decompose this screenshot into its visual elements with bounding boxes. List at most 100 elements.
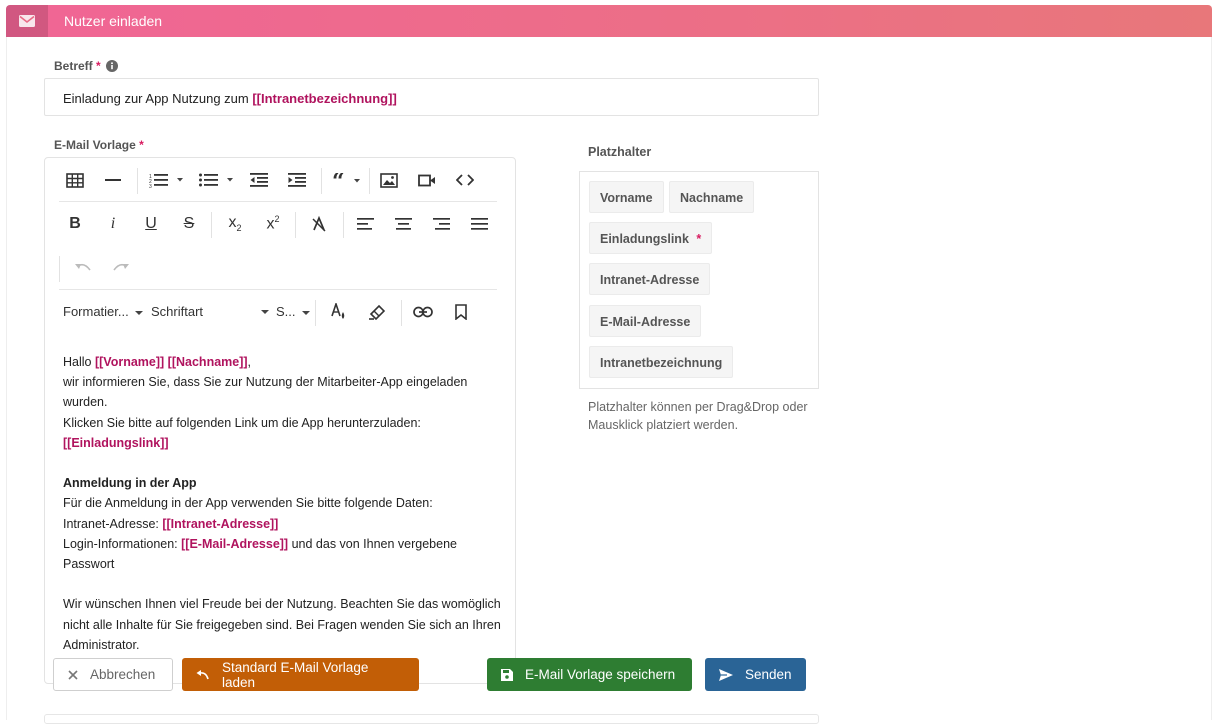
placeholder-chip-vorname[interactable]: Vorname [589,181,664,213]
toolbar-divider [343,212,344,238]
font-family-dropdown[interactable]: Schriftart [151,304,269,319]
email-template-editor[interactable]: 123 “ B i U S x2 x2 Formatier... Schrift… [44,157,516,684]
placeholder-token: [[Intranet-Adresse]] [162,516,279,531]
save-template-button[interactable]: E-Mail Vorlage speichern [487,658,692,691]
redo-icon[interactable] [109,256,133,280]
format-dropdown[interactable]: Formatier... [63,304,143,319]
editor-content[interactable]: Hallo [[Vorname]] [[Nachname]], wir info… [63,352,503,655]
required-mark: * [96,59,101,73]
ordered-list-icon[interactable]: 123 [147,168,187,192]
placeholders-title: Platzhalter [588,145,652,159]
svg-text:3: 3 [149,184,152,188]
content-line: Intranet-Adresse: [[Intranet-Adresse]] [63,514,503,534]
content-text: Login-Informationen: [63,536,182,551]
dialog-title: Nutzer einladen [64,13,163,29]
code-view-icon[interactable] [453,168,477,192]
outdent-icon[interactable] [247,168,271,192]
content-line: Klicken Sie bitte auf folgenden Link um … [63,415,421,430]
subscript-icon[interactable]: x2 [223,212,247,236]
image-icon[interactable] [377,168,401,192]
save-icon [501,668,513,681]
cancel-button[interactable]: Abbrechen [53,658,173,691]
horizontal-rule-icon[interactable] [101,168,125,192]
bullet-list-icon[interactable] [197,168,237,192]
svg-text:“: “ [332,173,345,187]
placeholder-chip-intranet-adresse[interactable]: Intranet-Adresse [589,263,711,295]
table-icon[interactable] [63,168,87,192]
superscript-icon[interactable]: x2 [261,212,285,236]
text-color-icon[interactable] [327,300,351,324]
content-line: Für die Anmeldung in der App verwenden S… [63,496,433,511]
content-line: Login-Informationen: [[E-Mail-Adresse]] … [63,534,503,574]
align-justify-icon[interactable] [467,212,491,236]
video-icon[interactable] [415,168,439,192]
toolbar-row-1: 123 “ [59,158,497,202]
info-icon[interactable] [106,59,118,77]
bookmark-icon[interactable] [449,300,473,324]
content-text: Intranet-Adresse: [63,516,163,531]
subject-token: [[Intranetbezeichnung]] [252,91,397,106]
template-label: E-Mail Vorlage * [54,138,144,152]
dialog-header: Nutzer einladen [6,5,1212,37]
content-text: Hallo [63,355,95,369]
chevron-down-icon [134,310,143,315]
undo-icon[interactable] [71,256,95,280]
subject-label-text: Betreff [54,59,93,73]
toolbar-divider [211,212,212,238]
align-right-icon[interactable] [429,212,453,236]
format-dropdown-label: Formatier... [63,304,129,319]
subject-value-text: Einladung zur App Nutzung zum [63,91,253,106]
placeholders-panel: Vorname Nachname Einladungslink * Intran… [579,171,819,389]
chip-label: Intranet-Adresse [600,273,700,287]
indent-icon[interactable] [285,168,309,192]
send-button[interactable]: Senden [705,658,806,691]
placeholder-chip-intranetbezeichnung[interactable]: Intranetbezeichnung [589,346,734,378]
toolbar-row-3 [59,246,497,290]
font-size-dropdown[interactable]: S... [276,304,310,319]
placeholder-chip-nachname[interactable]: Nachname [669,181,755,213]
content-line: [[Einladungslink]] [63,433,503,453]
close-icon [68,669,78,680]
chevron-down-icon [301,310,310,315]
toolbar-row-2: B i U S x2 x2 [59,202,497,246]
chip-label: E-Mail-Adresse [600,315,691,329]
load-default-template-label: Standard E-Mail Vorlage laden [222,659,369,690]
blockquote-icon[interactable]: “ [331,168,363,192]
subject-input[interactable]: Einladung zur App Nutzung zum [[Intranet… [44,78,819,116]
undo-icon [196,669,210,680]
content-heading-text: Anmeldung in der App [63,476,197,491]
italic-icon[interactable]: i [101,212,125,236]
bold-icon[interactable]: B [63,212,87,236]
required-mark: * [139,138,144,152]
chip-label: Nachname [680,191,744,205]
font-size-dropdown-label: S... [276,304,296,319]
align-center-icon[interactable] [391,212,415,236]
link-icon[interactable] [411,300,435,324]
cancel-button-label: Abbrechen [90,667,156,682]
underline-icon[interactable]: U [139,212,163,236]
load-default-template-button[interactable]: Standard E-Mail Vorlage laden [182,658,419,691]
placeholder-token: [[Nachname]] [167,355,248,369]
align-left-icon[interactable] [353,212,377,236]
content-line: Wir wünschen Ihnen viel Freude bei der N… [63,597,501,652]
send-button-label: Senden [745,667,792,682]
clear-format-icon[interactable] [307,212,331,236]
chip-label: Vorname [600,191,653,205]
toolbar-divider [315,300,316,326]
toolbar-divider [295,212,296,238]
strikethrough-icon[interactable]: S [177,212,201,236]
toolbar-divider [59,256,60,282]
placeholder-token: [[E-Mail-Adresse]] [181,536,289,551]
required-mark: * [696,232,702,246]
highlight-icon[interactable] [365,300,389,324]
content-heading: Anmeldung in der App [63,473,503,493]
content-text: , [247,355,252,369]
placeholder-chip-email-adresse[interactable]: E-Mail-Adresse [589,305,702,337]
placeholder-chip-einladungslink[interactable]: Einladungslink * [589,222,713,254]
chip-label: Intranetbezeichnung [600,356,723,370]
toolbar-row-4: Formatier... Schriftart S... [59,290,497,334]
placeholders-hint: Platzhalter können per Drag&Drop oder Ma… [588,400,808,432]
next-section-edge [44,714,819,724]
content-line: Hallo [[Vorname]] [[Nachname]], [63,352,503,372]
